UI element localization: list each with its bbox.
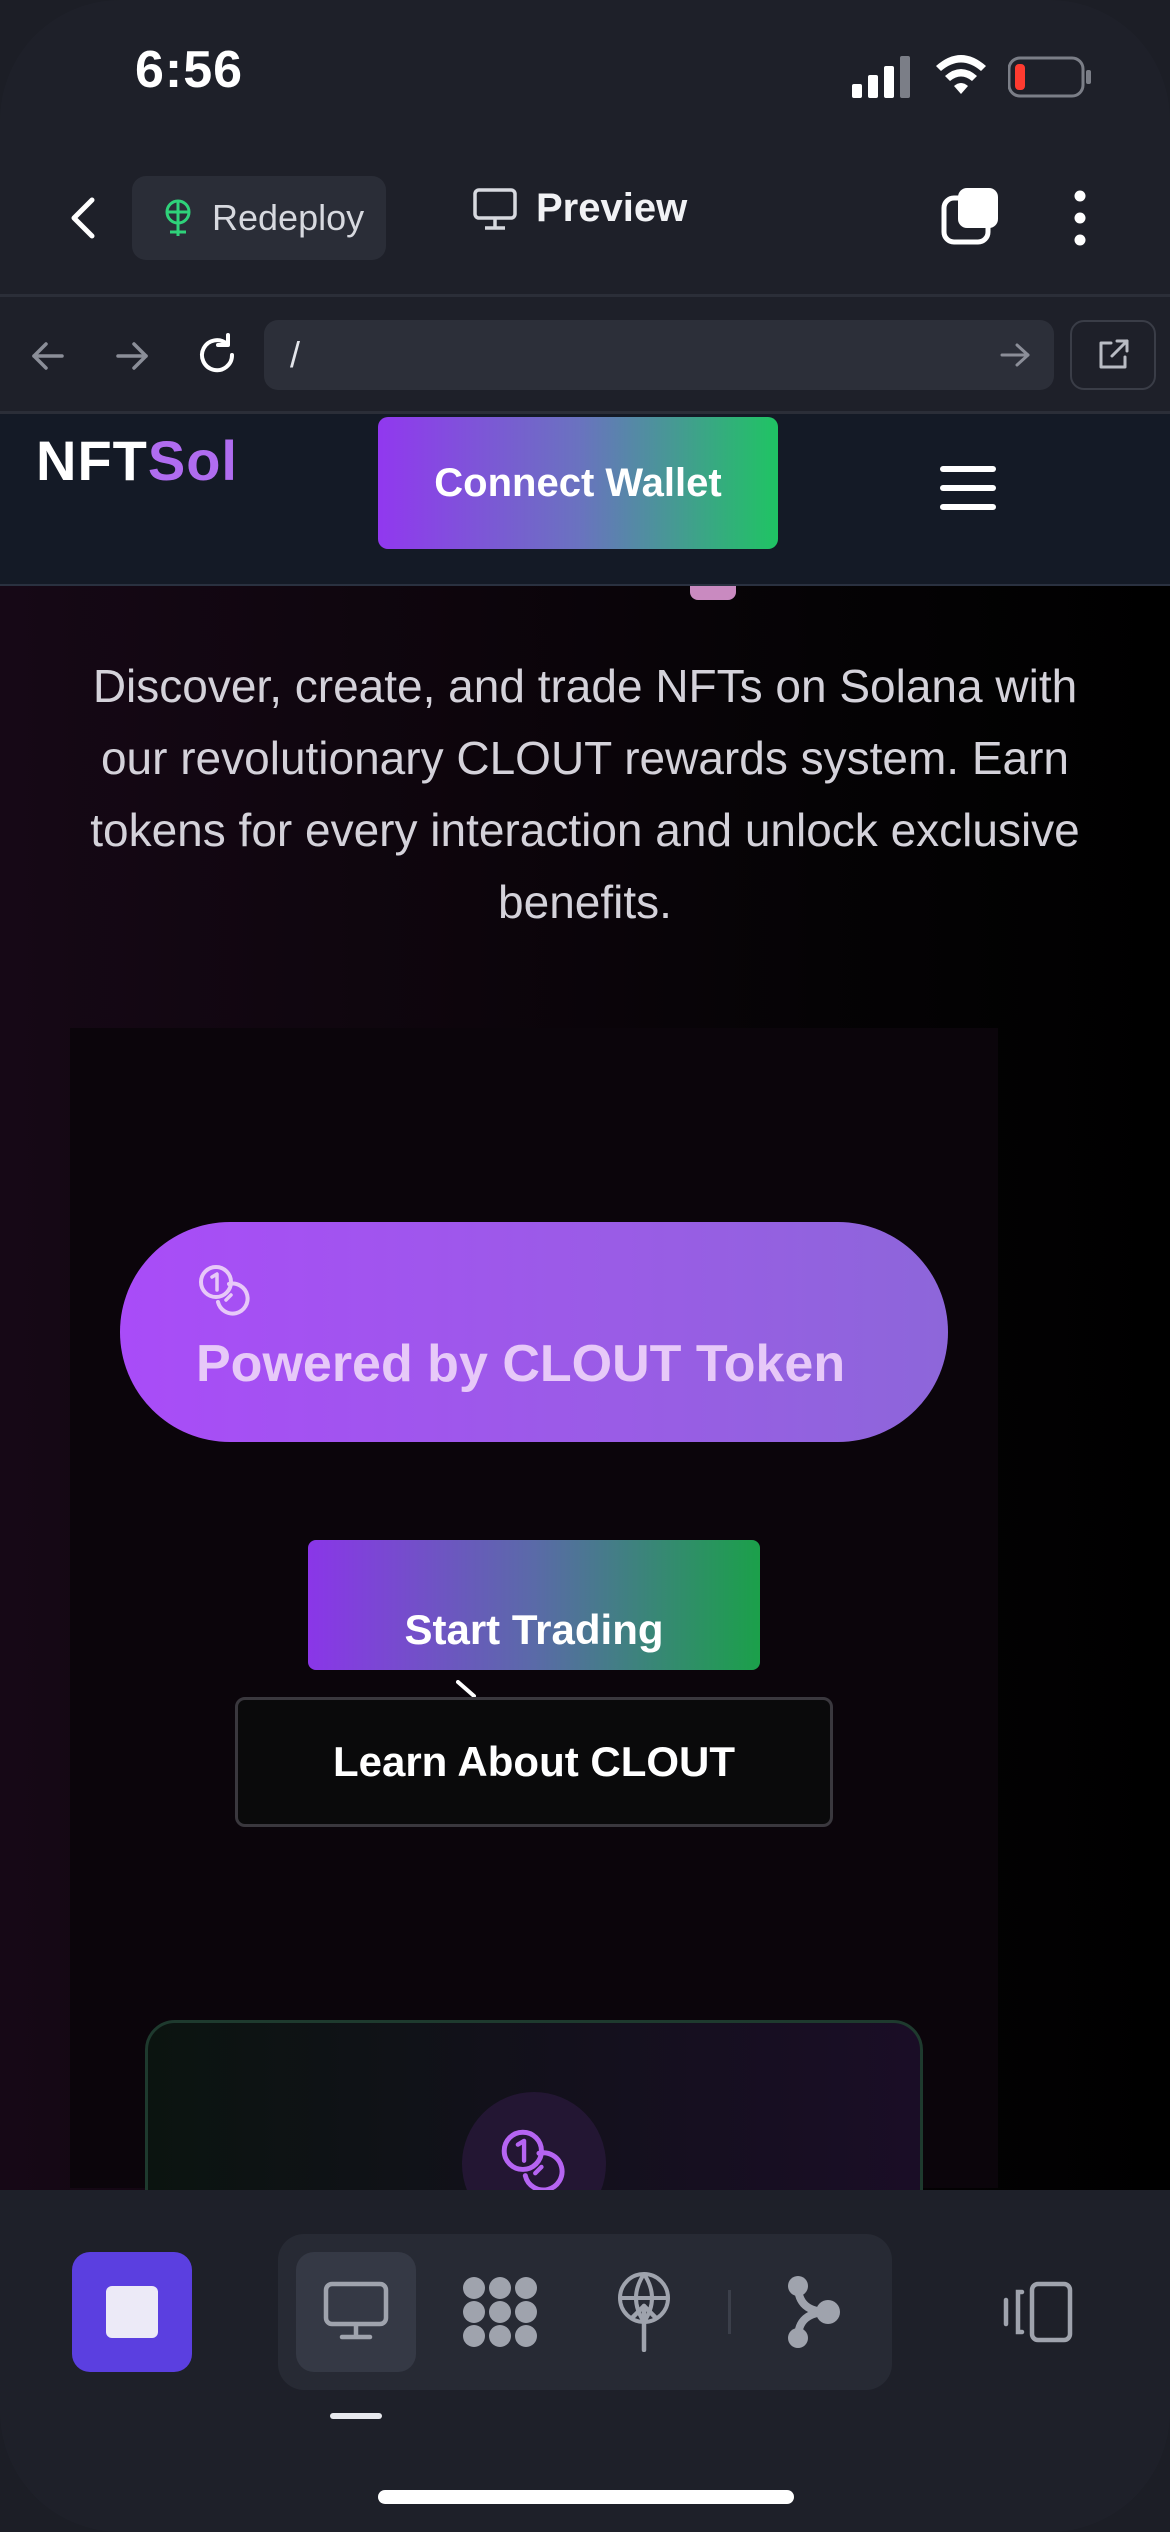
status-time: 6:56	[135, 41, 244, 99]
preview-tab[interactable]: Preview	[472, 186, 687, 231]
browser-forward-button[interactable]	[112, 336, 152, 381]
signal-icon	[852, 56, 914, 103]
chevron-left-icon	[71, 197, 95, 239]
clout-badge	[120, 1222, 948, 1442]
grid-icon	[463, 2277, 537, 2347]
redeploy-label: Redeploy	[212, 197, 365, 238]
logo-sol: Sol	[147, 429, 238, 492]
home-indicator	[378, 2490, 794, 2504]
clout-badge-label: Powered by CLOUT Token	[196, 1335, 846, 1393]
redeploy-button[interactable]: Redeploy	[132, 176, 386, 260]
start-trading-button[interactable]: Start Trading	[308, 1540, 760, 1670]
tab-nodes[interactable]	[460, 2274, 540, 2355]
tabs-icon	[941, 188, 998, 245]
hero-title-fragment	[690, 584, 736, 600]
reload-button[interactable]	[194, 332, 240, 383]
arrow-right-icon	[1000, 343, 1030, 367]
logo-nft: NFT	[36, 429, 148, 492]
more-vertical-icon	[1074, 190, 1086, 246]
url-text: /	[290, 334, 301, 375]
active-tab-indicator	[330, 2413, 382, 2419]
browser-back-button[interactable]	[28, 336, 68, 381]
menu-icon[interactable]	[940, 466, 996, 510]
panel-toggle-button[interactable]	[1002, 2280, 1074, 2349]
coins-icon	[196, 1262, 254, 1325]
monitor-icon	[473, 187, 517, 230]
seedling-icon	[165, 199, 191, 236]
more-options-button[interactable]	[1066, 188, 1094, 253]
tab-deploy[interactable]	[614, 2272, 674, 2357]
learn-about-clout-button[interactable]: Learn About CLOUT	[235, 1697, 833, 1827]
external-link-icon	[1099, 339, 1129, 369]
arrow-right-icon	[116, 342, 148, 370]
header-divider	[0, 294, 1170, 297]
arrow-left-icon	[32, 342, 64, 370]
url-go-button[interactable]	[998, 338, 1032, 377]
site-logo[interactable]: NFTSol	[36, 428, 238, 493]
tab-separator	[728, 2290, 731, 2334]
wifi-icon	[934, 52, 988, 101]
preview-label: Preview	[536, 186, 688, 230]
battery-icon	[1007, 56, 1092, 103]
tab-git[interactable]	[786, 2274, 842, 2355]
monitor-icon	[322, 2280, 390, 2347]
panel-icon	[1003, 2281, 1073, 2343]
connect-wallet-button[interactable]: Connect Wallet	[378, 417, 778, 549]
url-field[interactable]: /	[264, 320, 1054, 390]
hero-description: Discover, create, and trade NFTs on Sola…	[90, 660, 1080, 928]
device-frame: 6:56 Redeploy Preview / Discover, create…	[0, 0, 1170, 2532]
back-button[interactable]	[58, 190, 114, 246]
tabs-button[interactable]	[940, 186, 1002, 253]
deploy-icon	[618, 2272, 670, 2353]
open-external-button[interactable]	[1070, 320, 1156, 390]
reload-icon	[200, 333, 235, 373]
branch-icon	[788, 2276, 840, 2348]
stop-icon	[106, 2286, 158, 2338]
